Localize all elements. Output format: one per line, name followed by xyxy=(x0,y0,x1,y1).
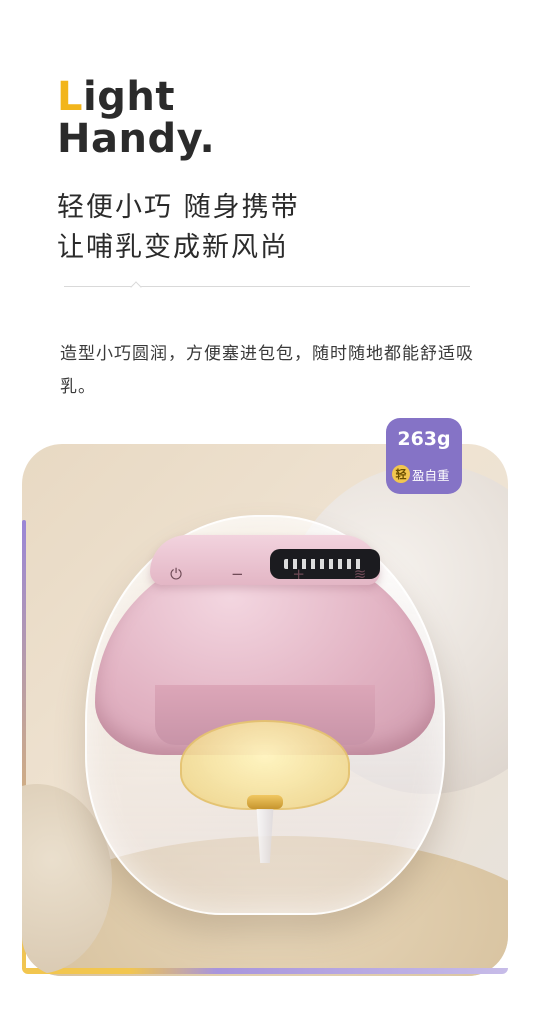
pump-valve-ring xyxy=(247,795,283,809)
pump-button-row: ⏻ − + ≋ xyxy=(163,565,373,583)
subtitle: 轻便小巧 随身携带 让哺乳变成新风尚 xyxy=(57,188,300,268)
badge-subtitle: 轻 盈自重 xyxy=(392,463,450,485)
mode-icon: ≋ xyxy=(353,565,367,583)
divider-notch xyxy=(130,281,142,293)
headline-accent-letter: L xyxy=(57,74,83,120)
plus-icon: + xyxy=(292,565,305,583)
headline-line1-rest: ight xyxy=(83,74,175,120)
divider xyxy=(64,286,470,287)
subtitle-line1: 轻便小巧 随身携带 xyxy=(57,192,300,223)
badge-light-char: 轻 xyxy=(392,465,410,483)
description: 造型小巧圆润，方便塞进包包，随时随地都能舒适吸乳。 xyxy=(60,344,474,397)
power-icon: ⏻ xyxy=(170,565,182,583)
card-frame-bottom xyxy=(22,968,508,974)
weight-badge: 263g 轻 盈自重 xyxy=(386,418,462,494)
subtitle-line2: 让哺乳变成新风尚 xyxy=(57,232,289,263)
badge-weight: 263g xyxy=(397,428,451,450)
badge-label: 盈自重 xyxy=(412,467,450,483)
minus-icon: − xyxy=(231,565,244,583)
headline: Light Handy. xyxy=(57,76,215,160)
breast-pump-image: ⏻ − + ≋ xyxy=(85,515,445,915)
headline-line2: Handy. xyxy=(57,116,216,162)
headline-line1: Light xyxy=(57,76,215,118)
